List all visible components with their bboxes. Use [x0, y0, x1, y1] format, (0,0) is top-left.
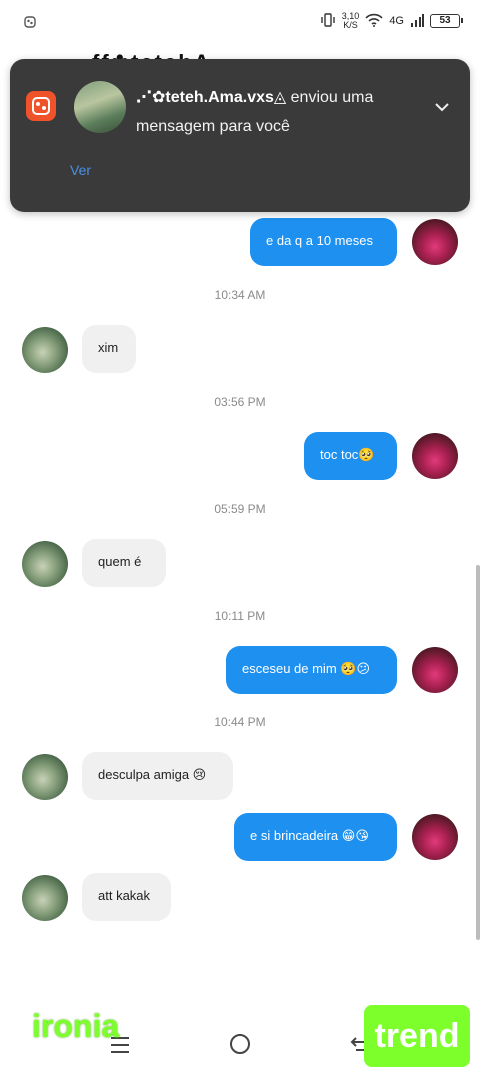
message-bubble-incoming[interactable]: quem é	[82, 539, 166, 587]
notification-text: ⋰✿teteh.Ama.vxs◬ enviou uma mensagem par…	[136, 83, 426, 141]
message-bubble-outgoing[interactable]: toc toc🥺	[304, 432, 397, 480]
message-bubble-incoming[interactable]: desculpa amiga 😢	[82, 752, 233, 800]
avatar-friend[interactable]	[22, 327, 68, 373]
message-bubble-outgoing[interactable]: e si brincadeira 😁😘	[234, 813, 397, 861]
scrollbar[interactable]	[476, 565, 480, 940]
notification-message-line1: enviou uma	[286, 89, 374, 106]
avatar-me	[412, 433, 458, 479]
message-timestamp: 10:44 PM	[214, 715, 266, 729]
avatar-friend[interactable]	[22, 541, 68, 587]
vibrate-icon	[320, 12, 336, 30]
app-notification-icon	[24, 16, 36, 31]
avatar-friend[interactable]	[22, 754, 68, 800]
app-icon	[26, 91, 56, 121]
status-bar: 3,10 K/S 4G 53	[0, 0, 480, 46]
avatar-me	[412, 219, 458, 265]
message-notification[interactable]: ⋰✿teteh.Ama.vxs◬ enviou uma mensagem par…	[10, 59, 470, 212]
notification-sender: ⋰✿teteh.Ama.vxs◬	[136, 89, 287, 106]
message-timestamp: 10:11 PM	[214, 609, 266, 623]
network-speed-unit: K/S	[343, 20, 358, 30]
sender-avatar	[74, 81, 126, 133]
watermark-trend: trend	[364, 1005, 470, 1067]
notification-message-line2: mensagem para você	[136, 118, 290, 135]
watermark-ironia: ironia	[32, 1008, 120, 1044]
avatar-me	[412, 814, 458, 860]
view-button[interactable]: Ver	[70, 162, 91, 178]
signal-icon	[410, 13, 424, 30]
home-icon[interactable]	[230, 1034, 250, 1054]
network-speed: 3,10 K/S	[342, 12, 360, 30]
avatar-friend[interactable]	[22, 875, 68, 921]
battery-icon: 53	[430, 14, 463, 28]
chevron-down-icon[interactable]	[432, 97, 452, 117]
network-type: 4G	[389, 15, 404, 27]
message-timestamp: 05:59 PM	[214, 502, 266, 516]
message-timestamp: 03:56 PM	[214, 395, 266, 409]
message-timestamp: 10:34 AM	[214, 288, 266, 302]
wifi-icon	[365, 13, 383, 30]
message-bubble-incoming[interactable]: att kakak	[82, 873, 171, 921]
message-bubble-outgoing[interactable]: e da q a 10 meses	[250, 218, 397, 266]
message-bubble-incoming[interactable]: xim	[82, 325, 136, 373]
message-bubble-outgoing[interactable]: esceseu de mim 🥺😕	[226, 646, 397, 694]
avatar-me	[412, 647, 458, 693]
